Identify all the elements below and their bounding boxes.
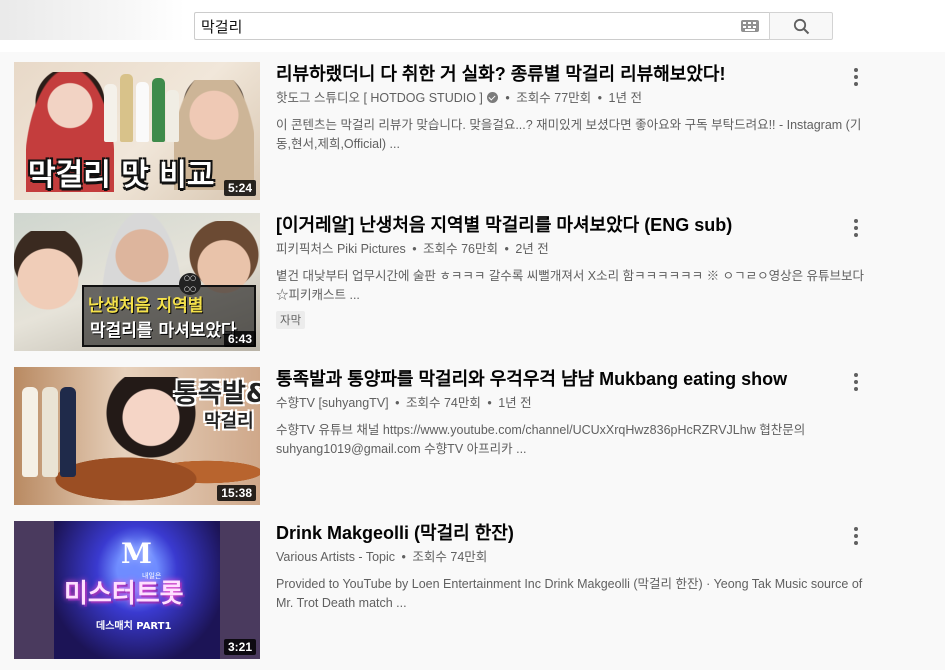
thumbnail-text: 미스터트롯 [64,579,184,609]
video-description: Provided to YouTube by Loen Entertainmen… [276,577,863,610]
thumbnail-text: 막걸리 [204,411,254,432]
top-bar [0,0,945,52]
search-box[interactable] [194,12,769,40]
view-count: 조회수 74만회 [405,396,481,410]
thumbnail-text: 데스매치 PART1 [96,621,172,632]
more-options-icon[interactable] [852,219,860,237]
thumbnail-bottle [22,387,38,477]
upload-age: 2년 전 [515,242,549,256]
video-thumbnail[interactable]: 막걸리 맛 비교 5:24 [14,62,260,200]
upload-age: 1년 전 [608,91,642,105]
view-count: 조회수 74만회 [412,550,488,564]
thumbnail-text: 막걸리 맛 비교 [28,158,215,193]
thumbnail-text: 막걸리를 마셔보았다 [90,321,237,341]
meta-separator: • [395,396,400,410]
video-description: 볕건 대낮부터 업무시간에 술판 ㅎㅋㅋㅋ 갈수록 씨뻘개져서 X소리 함ㅋㅋㅋ… [276,269,865,302]
channel-name[interactable]: 핫도그 스튜디오 [ HOTDOG STUDIO ] [276,91,483,105]
video-thumbnail[interactable]: M 내일은 미스터트롯 데스매치 PART1 3:21 [14,521,260,659]
upload-age: 1년 전 [498,396,532,410]
view-count: 조회수 76만회 [423,242,498,256]
thumbnail-bottle [42,387,58,477]
video-description: 수향TV 유튜브 채널 https://www.youtube.com/chan… [276,423,806,456]
video-duration: 5:24 [223,180,256,196]
keyboard-icon[interactable] [741,20,759,32]
thumbnail-text: 난생처음 지역별 [88,296,204,316]
video-title[interactable]: 리뷰하랬더니 다 취한 거 실화? 종류별 막걸리 리뷰해보았다! [276,62,876,86]
video-description: 이 콘텐츠는 막걸리 리뷰가 맞습니다. 맞을걸요...? 재미있게 보셨다면 … [276,118,862,151]
video-thumbnail[interactable]: 통족발& 막걸리 15:38 [14,367,260,505]
video-title[interactable]: 통족발과 통양파를 막걸리와 우걱우걱 냠냠 Mukbang eating sh… [276,367,876,391]
video-meta: 핫도그 스튜디오 [ HOTDOG STUDIO ] • 조회수 77만회 • … [276,89,876,107]
channel-name[interactable]: 수향TV [suhyangTV] [276,396,389,410]
meta-separator: • [412,242,417,256]
more-options-icon[interactable] [852,373,860,391]
video-info: Drink Makgeolli (막걸리 한잔) Various Artists… [276,521,876,613]
meta-separator: • [487,396,492,410]
channel-name[interactable]: 피키픽처스 Piki Pictures [276,242,406,256]
video-info: 리뷰하랬더니 다 취한 거 실화? 종류별 막걸리 리뷰해보았다! 핫도그 스튜… [276,62,876,154]
video-meta: 수향TV [suhyangTV] • 조회수 74만회 • 1년 전 [276,394,876,412]
video-title[interactable]: Drink Makgeolli (막걸리 한잔) [276,521,876,545]
meta-separator: • [504,242,509,256]
thumbnail-person [14,231,88,351]
video-result[interactable]: 통족발& 막걸리 15:38 통족발과 통양파를 막걸리와 우걱우걱 냠냠 Mu… [14,367,934,507]
subtitles-badge: 자막 [276,311,306,329]
video-result[interactable]: 막걸리 맛 비교 5:24 리뷰하랬더니 다 취한 거 실화? 종류별 막걸리 … [14,62,934,202]
video-thumbnail[interactable]: ○○ ○○ 난생처음 지역별 막걸리를 마셔보았다 6:43 [14,213,260,351]
thumbnail-bottle [60,387,76,477]
channel-name[interactable]: Various Artists - Topic [276,550,395,564]
video-duration: 15:38 [217,485,256,501]
video-info: [이거레알] 난생처음 지역별 막걸리를 마셔보았다 (ENG sub) 피키픽… [276,213,876,329]
meta-separator: • [597,91,603,105]
search-icon [793,18,810,35]
meta-separator: • [505,91,510,105]
thumbnail-bottles [100,67,180,142]
video-meta: Various Artists - Topic • 조회수 74만회 [276,548,876,566]
video-title[interactable]: [이거레알] 난생처음 지역별 막걸리를 마셔보았다 (ENG sub) [276,213,876,237]
verified-icon [487,92,499,103]
video-result[interactable]: ○○ ○○ 난생처음 지역별 막걸리를 마셔보았다 6:43 [이거레알] 난생처… [14,213,934,353]
search-button[interactable] [769,12,833,40]
search-input[interactable] [201,13,731,39]
video-duration: 6:43 [223,331,256,347]
view-count: 조회수 77만회 [516,91,592,105]
video-result[interactable]: M 내일은 미스터트롯 데스매치 PART1 3:21 Drink Makgeo… [14,521,934,661]
thumbnail-text: 통족발& [174,379,260,409]
video-duration: 3:21 [223,639,256,655]
thumbnail-logo: M [121,537,152,570]
more-options-icon[interactable] [852,527,860,545]
video-meta: 피키픽처스 Piki Pictures • 조회수 76만회 • 2년 전 [276,240,876,258]
more-options-icon[interactable] [852,68,860,86]
logo-area [0,0,185,40]
video-info: 통족발과 통양파를 막걸리와 우걱우걱 냠냠 Mukbang eating sh… [276,367,876,459]
meta-separator: • [401,550,406,564]
